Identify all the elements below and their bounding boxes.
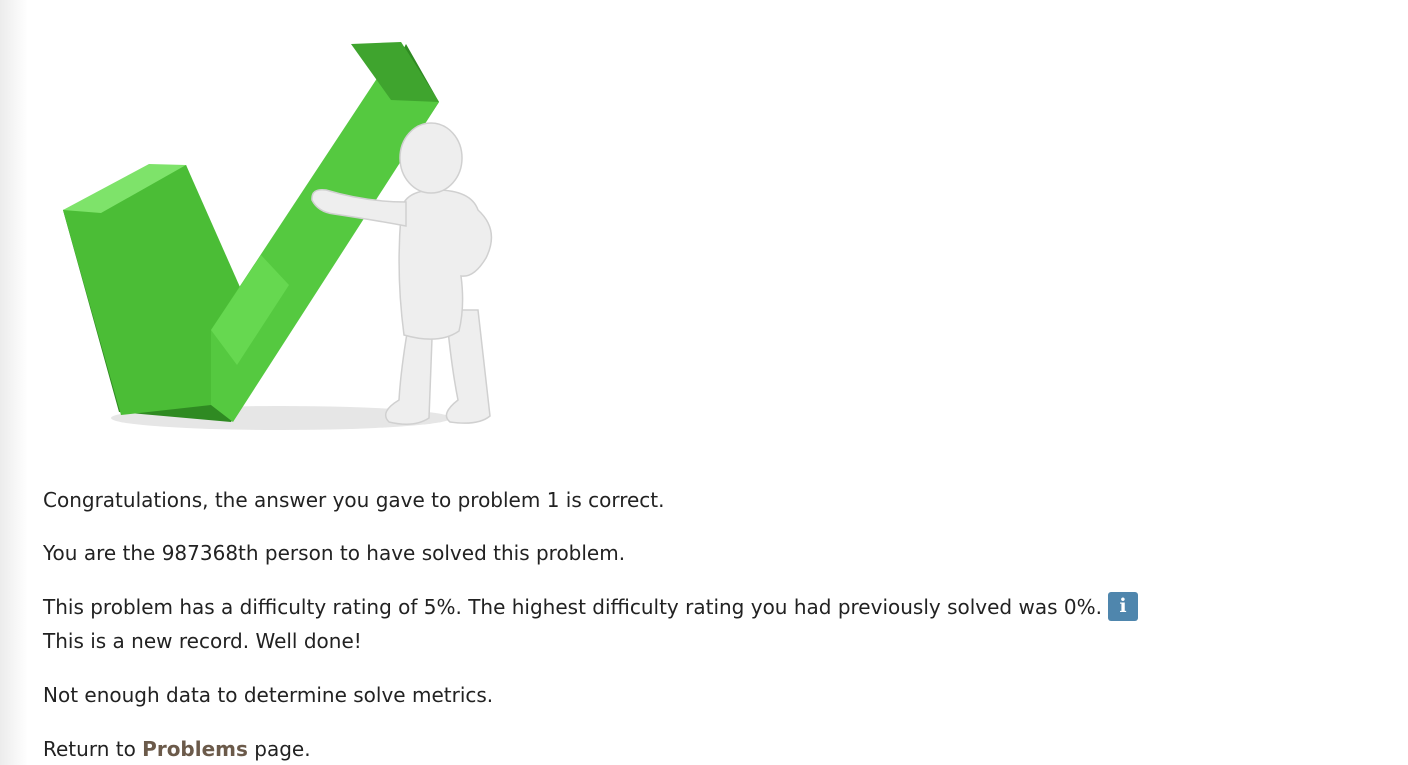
- solver-rank-message: You are the 987368th person to have solv…: [43, 541, 626, 565]
- return-prefix: Return to: [43, 737, 136, 761]
- return-message: Return to Problems page.: [43, 733, 311, 765]
- metrics-message: Not enough data to determine solve metri…: [43, 683, 494, 707]
- difficulty-text: This problem has a difficulty rating of …: [43, 595, 1102, 619]
- left-edge-shade: [0, 0, 28, 765]
- difficulty-message: This problem has a difficulty rating of …: [43, 591, 1138, 624]
- check-mark-with-figure-icon: [63, 42, 493, 430]
- problems-link[interactable]: Problems: [142, 737, 248, 761]
- return-suffix: page.: [254, 737, 311, 761]
- record-message: This is a new record. Well done!: [43, 629, 362, 653]
- info-icon[interactable]: i: [1107, 592, 1138, 621]
- congratulations-message: Congratulations, the answer you gave to …: [43, 488, 665, 512]
